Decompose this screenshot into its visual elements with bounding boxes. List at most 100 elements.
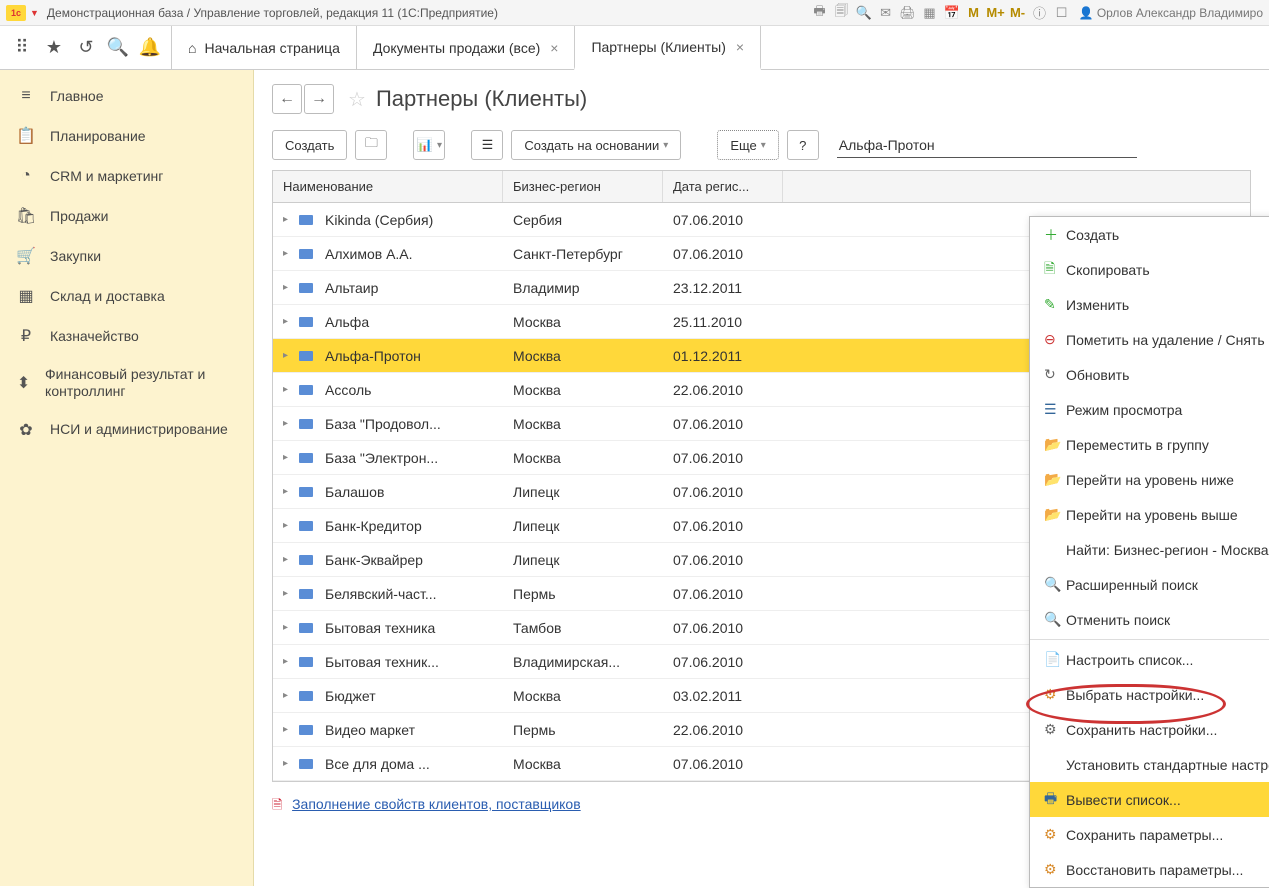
bell-icon[interactable]: 🔔 xyxy=(140,38,160,58)
menu-item-10[interactable]: 🔍Расширенный поискAlt+F xyxy=(1030,567,1269,602)
col-header-region[interactable]: Бизнес-регион xyxy=(503,171,663,202)
search-input[interactable]: Альфа-Протон xyxy=(837,133,1137,158)
tb-info-icon[interactable]: ⓘ xyxy=(1029,3,1051,23)
menu-item-17[interactable]: 🖶Вывести список... xyxy=(1030,782,1269,817)
expand-icon[interactable]: ▸ xyxy=(283,384,293,395)
favorite-star-icon[interactable]: ☆ xyxy=(348,87,366,112)
user-name[interactable]: 👤 Орлов Александр Владимиро xyxy=(1079,6,1263,20)
menu-item-icon: 🗎 xyxy=(1044,258,1066,282)
menu-item-label: Создать xyxy=(1066,227,1269,243)
col-header-name[interactable]: Наименование xyxy=(273,171,503,202)
expand-icon[interactable]: ▸ xyxy=(283,452,293,463)
menu-item-7[interactable]: 📂Перейти на уровень нижеCtrl+Down xyxy=(1030,462,1269,497)
create-based-button[interactable]: Создать на основании▾ xyxy=(511,130,681,160)
cell-region: Москва xyxy=(503,314,663,330)
group-button[interactable]: 🗀 xyxy=(355,130,387,160)
menu-item-icon: 🔍 xyxy=(1044,576,1066,593)
tb-search-icon[interactable]: 🔍 xyxy=(853,3,875,23)
expand-icon[interactable]: ▸ xyxy=(283,758,293,769)
menu-item-label: Сохранить настройки... xyxy=(1066,722,1269,738)
cell-date: 01.12.2011 xyxy=(663,348,783,364)
menu-item-14[interactable]: ⚙Выбрать настройки... xyxy=(1030,677,1269,712)
home-tab[interactable]: ⌂ Начальная страница xyxy=(171,26,357,69)
row-folder-icon xyxy=(299,555,313,565)
cell-name: ▸Алхимов А.А. xyxy=(273,246,503,262)
cell-name-text: Альфа xyxy=(325,314,369,330)
sidebar-item-6[interactable]: ₽Казначейство xyxy=(0,316,253,356)
sidebar-item-7[interactable]: ⬍Финансовый результат и контроллинг xyxy=(0,356,253,410)
sidebar-item-0[interactable]: ≡Главное xyxy=(0,76,253,116)
menu-item-19[interactable]: ⚙Восстановить параметры... xyxy=(1030,852,1269,887)
expand-icon[interactable]: ▸ xyxy=(283,588,293,599)
tab-partners[interactable]: Партнеры (Клиенты) × xyxy=(574,26,761,70)
chart-button[interactable]: 📊▾ xyxy=(413,130,445,160)
cell-name-text: Альтаир xyxy=(325,280,378,296)
app-menu-caret[interactable]: ▼ xyxy=(30,8,39,18)
menu-item-9[interactable]: Найти: Бизнес-регион - МоскваCtrl+Alt+F xyxy=(1030,532,1269,567)
tb-calc-icon[interactable]: ▦ xyxy=(919,3,941,23)
star-icon[interactable]: ★ xyxy=(44,38,64,58)
fill-properties-link[interactable]: Заполнение свойств клиентов, поставщиков xyxy=(292,796,581,812)
tb-printer-icon[interactable]: 🖨 xyxy=(897,3,919,23)
expand-icon[interactable]: ▸ xyxy=(283,350,293,361)
cell-name: ▸Банк-Кредитор xyxy=(273,518,503,534)
menu-item-0[interactable]: ＋СоздатьIns xyxy=(1030,217,1269,252)
tb-copy-icon[interactable]: 🗐 xyxy=(831,3,853,23)
expand-icon[interactable]: ▸ xyxy=(283,418,293,429)
menu-item-4[interactable]: ↻ОбновитьF5 xyxy=(1030,357,1269,392)
expand-icon[interactable]: ▸ xyxy=(283,690,293,701)
cell-name: ▸База "Продовол... xyxy=(273,416,503,432)
menu-item-label: Сохранить параметры... xyxy=(1066,827,1269,843)
nav-forward-button[interactable]: → xyxy=(304,84,334,114)
expand-icon[interactable]: ▸ xyxy=(283,622,293,633)
menu-item-8[interactable]: 📂Перейти на уровень вышеCtrl+Up xyxy=(1030,497,1269,532)
menu-item-16[interactable]: Установить стандартные настройки xyxy=(1030,747,1269,782)
close-icon[interactable]: × xyxy=(736,39,744,55)
tb-m-icon[interactable]: M xyxy=(963,3,985,23)
search-icon[interactable]: 🔍 xyxy=(108,38,128,58)
sidebar-item-4[interactable]: 🛒Закупки xyxy=(0,236,253,276)
menu-item-2[interactable]: ✎ИзменитьF2 xyxy=(1030,287,1269,322)
history-icon[interactable]: ↺ xyxy=(76,38,96,58)
nav-back-button[interactable]: ← xyxy=(272,84,302,114)
cell-date: 22.06.2010 xyxy=(663,382,783,398)
sidebar-item-2[interactable]: ◔CRM и маркетинг xyxy=(0,156,253,196)
sidebar-item-5[interactable]: ▦Склад и доставка xyxy=(0,276,253,316)
menu-item-5[interactable]: ☰Режим просмотра▶ xyxy=(1030,392,1269,427)
menu-item-6[interactable]: 📂Переместить в группуCtrl+Shift+M xyxy=(1030,427,1269,462)
menu-item-15[interactable]: ⚙Сохранить настройки... xyxy=(1030,712,1269,747)
content: ← → ☆ Партнеры (Клиенты) Создать 🗀 📊▾ ☰ … xyxy=(254,70,1269,886)
help-button[interactable]: ? xyxy=(787,130,819,160)
tb-book-icon[interactable]: ☐ xyxy=(1051,3,1073,23)
tb-print-icon[interactable]: 🖶 xyxy=(809,3,831,23)
list-button[interactable]: ☰ xyxy=(471,130,503,160)
expand-icon[interactable]: ▸ xyxy=(283,656,293,667)
cell-region: Владимирская... xyxy=(503,654,663,670)
tb-send-icon[interactable]: ✉ xyxy=(875,3,897,23)
tab-documents[interactable]: Документы продажи (все) × xyxy=(356,26,576,69)
tb-calendar-icon[interactable]: 📅 xyxy=(941,3,963,23)
tb-mplus-icon[interactable]: M+ xyxy=(985,3,1007,23)
expand-icon[interactable]: ▸ xyxy=(283,554,293,565)
menu-item-1[interactable]: 🗎СкопироватьF9 xyxy=(1030,252,1269,287)
menu-item-11[interactable]: 🔍Отменить поискCtrl+Q xyxy=(1030,602,1269,637)
more-button[interactable]: Еще▾ xyxy=(717,130,778,160)
tb-mminus-icon[interactable]: M- xyxy=(1007,3,1029,23)
expand-icon[interactable]: ▸ xyxy=(283,282,293,293)
menu-item-18[interactable]: ⚙Сохранить параметры... xyxy=(1030,817,1269,852)
create-button[interactable]: Создать xyxy=(272,130,347,160)
col-header-date[interactable]: Дата регис... xyxy=(663,171,783,202)
apps-grid-icon[interactable]: ⠿ xyxy=(12,38,32,58)
sidebar-item-8[interactable]: ✿НСИ и администрирование xyxy=(0,410,253,450)
expand-icon[interactable]: ▸ xyxy=(283,520,293,531)
expand-icon[interactable]: ▸ xyxy=(283,724,293,735)
close-icon[interactable]: × xyxy=(550,40,558,56)
expand-icon[interactable]: ▸ xyxy=(283,214,293,225)
sidebar-item-1[interactable]: 📋Планирование xyxy=(0,116,253,156)
expand-icon[interactable]: ▸ xyxy=(283,486,293,497)
menu-item-13[interactable]: 📄Настроить список... xyxy=(1030,642,1269,677)
expand-icon[interactable]: ▸ xyxy=(283,316,293,327)
menu-item-3[interactable]: ⊖Пометить на удаление / Снять пометкуDel xyxy=(1030,322,1269,357)
expand-icon[interactable]: ▸ xyxy=(283,248,293,259)
sidebar-item-3[interactable]: 🛍Продажи xyxy=(0,196,253,236)
